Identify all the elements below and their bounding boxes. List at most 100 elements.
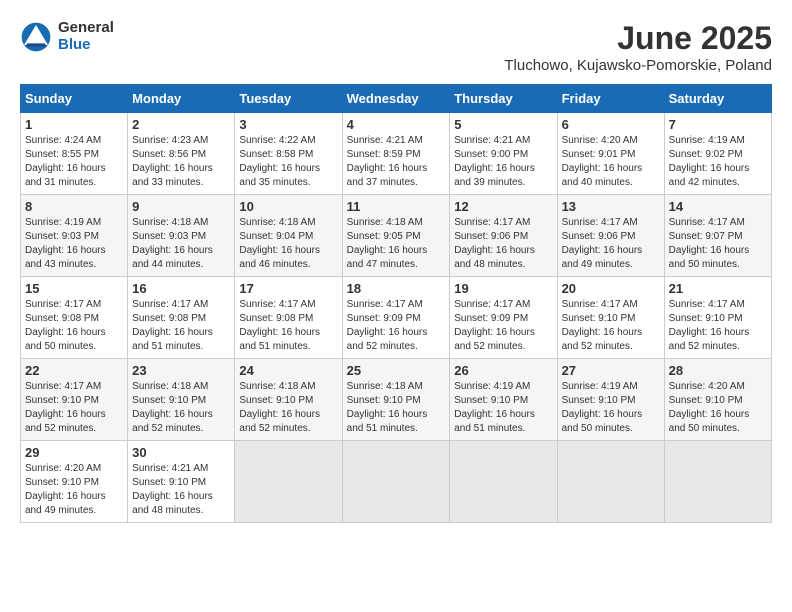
- calendar-cell: 3 Sunrise: 4:22 AM Sunset: 8:58 PM Dayli…: [235, 113, 342, 195]
- calendar-cell: 24 Sunrise: 4:18 AM Sunset: 9:10 PM Dayl…: [235, 359, 342, 441]
- calendar-cell: 2 Sunrise: 4:23 AM Sunset: 8:56 PM Dayli…: [128, 113, 235, 195]
- day-number: 12: [454, 199, 552, 214]
- day-info: Sunrise: 4:17 AM Sunset: 9:07 PM Dayligh…: [669, 216, 767, 272]
- calendar-cell: 10 Sunrise: 4:18 AM Sunset: 9:04 PM Dayl…: [235, 195, 342, 277]
- day-number: 9: [132, 199, 230, 214]
- day-number: 2: [132, 117, 230, 132]
- day-info: Sunrise: 4:17 AM Sunset: 9:09 PM Dayligh…: [454, 298, 552, 354]
- calendar-cell: 4 Sunrise: 4:21 AM Sunset: 8:59 PM Dayli…: [342, 113, 450, 195]
- day-info: Sunrise: 4:17 AM Sunset: 9:08 PM Dayligh…: [239, 298, 337, 354]
- calendar-cell: 18 Sunrise: 4:17 AM Sunset: 9:09 PM Dayl…: [342, 277, 450, 359]
- day-info: Sunrise: 4:18 AM Sunset: 9:04 PM Dayligh…: [239, 216, 337, 272]
- calendar-cell: 23 Sunrise: 4:18 AM Sunset: 9:10 PM Dayl…: [128, 359, 235, 441]
- day-info: Sunrise: 4:23 AM Sunset: 8:56 PM Dayligh…: [132, 134, 230, 190]
- day-number: 4: [347, 117, 446, 132]
- calendar-cell: 28 Sunrise: 4:20 AM Sunset: 9:10 PM Dayl…: [664, 359, 771, 441]
- day-info: Sunrise: 4:18 AM Sunset: 9:10 PM Dayligh…: [347, 380, 446, 436]
- weekday-header-wednesday: Wednesday: [342, 85, 450, 113]
- weekday-header-sunday: Sunday: [21, 85, 128, 113]
- day-number: 24: [239, 363, 337, 378]
- day-number: 27: [562, 363, 660, 378]
- day-number: 15: [25, 281, 123, 296]
- calendar-cell: [557, 441, 664, 523]
- day-number: 28: [669, 363, 767, 378]
- calendar-cell: 11 Sunrise: 4:18 AM Sunset: 9:05 PM Dayl…: [342, 195, 450, 277]
- logo-general-label: General: [58, 20, 114, 37]
- day-info: Sunrise: 4:24 AM Sunset: 8:55 PM Dayligh…: [25, 134, 123, 190]
- calendar-week-3: 15 Sunrise: 4:17 AM Sunset: 9:08 PM Dayl…: [21, 277, 772, 359]
- calendar-cell: 14 Sunrise: 4:17 AM Sunset: 9:07 PM Dayl…: [664, 195, 771, 277]
- day-number: 30: [132, 445, 230, 460]
- day-info: Sunrise: 4:17 AM Sunset: 9:10 PM Dayligh…: [562, 298, 660, 354]
- month-title: June 2025: [504, 20, 772, 57]
- day-info: Sunrise: 4:19 AM Sunset: 9:10 PM Dayligh…: [454, 380, 552, 436]
- day-info: Sunrise: 4:19 AM Sunset: 9:10 PM Dayligh…: [562, 380, 660, 436]
- calendar-cell: 20 Sunrise: 4:17 AM Sunset: 9:10 PM Dayl…: [557, 277, 664, 359]
- title-area: June 2025 Tluchowo, Kujawsko-Pomorskie, …: [504, 20, 772, 74]
- calendar-cell: 21 Sunrise: 4:17 AM Sunset: 9:10 PM Dayl…: [664, 277, 771, 359]
- day-info: Sunrise: 4:17 AM Sunset: 9:06 PM Dayligh…: [562, 216, 660, 272]
- day-number: 6: [562, 117, 660, 132]
- day-number: 14: [669, 199, 767, 214]
- calendar-cell: [450, 441, 557, 523]
- location-title: Tluchowo, Kujawsko-Pomorskie, Poland: [504, 57, 772, 74]
- day-number: 18: [347, 281, 446, 296]
- calendar-cell: 7 Sunrise: 4:19 AM Sunset: 9:02 PM Dayli…: [664, 113, 771, 195]
- calendar-week-5: 29 Sunrise: 4:20 AM Sunset: 9:10 PM Dayl…: [21, 441, 772, 523]
- weekday-header-row: SundayMondayTuesdayWednesdayThursdayFrid…: [21, 85, 772, 113]
- day-number: 10: [239, 199, 337, 214]
- day-info: Sunrise: 4:18 AM Sunset: 9:10 PM Dayligh…: [132, 380, 230, 436]
- day-number: 16: [132, 281, 230, 296]
- day-info: Sunrise: 4:20 AM Sunset: 9:10 PM Dayligh…: [669, 380, 767, 436]
- logo-blue-label: Blue: [58, 37, 114, 54]
- day-info: Sunrise: 4:21 AM Sunset: 9:10 PM Dayligh…: [132, 462, 230, 518]
- day-number: 11: [347, 199, 446, 214]
- day-info: Sunrise: 4:21 AM Sunset: 8:59 PM Dayligh…: [347, 134, 446, 190]
- day-number: 23: [132, 363, 230, 378]
- day-number: 29: [25, 445, 123, 460]
- calendar-cell: 6 Sunrise: 4:20 AM Sunset: 9:01 PM Dayli…: [557, 113, 664, 195]
- day-info: Sunrise: 4:17 AM Sunset: 9:06 PM Dayligh…: [454, 216, 552, 272]
- calendar-cell: 15 Sunrise: 4:17 AM Sunset: 9:08 PM Dayl…: [21, 277, 128, 359]
- day-number: 21: [669, 281, 767, 296]
- weekday-header-tuesday: Tuesday: [235, 85, 342, 113]
- day-info: Sunrise: 4:18 AM Sunset: 9:05 PM Dayligh…: [347, 216, 446, 272]
- calendar-cell: 12 Sunrise: 4:17 AM Sunset: 9:06 PM Dayl…: [450, 195, 557, 277]
- day-number: 26: [454, 363, 552, 378]
- day-info: Sunrise: 4:21 AM Sunset: 9:00 PM Dayligh…: [454, 134, 552, 190]
- calendar-cell: 17 Sunrise: 4:17 AM Sunset: 9:08 PM Dayl…: [235, 277, 342, 359]
- calendar-cell: 22 Sunrise: 4:17 AM Sunset: 9:10 PM Dayl…: [21, 359, 128, 441]
- calendar-cell: 1 Sunrise: 4:24 AM Sunset: 8:55 PM Dayli…: [21, 113, 128, 195]
- day-number: 3: [239, 117, 337, 132]
- header: General Blue June 2025 Tluchowo, Kujawsk…: [20, 20, 772, 74]
- calendar-week-2: 8 Sunrise: 4:19 AM Sunset: 9:03 PM Dayli…: [21, 195, 772, 277]
- weekday-header-thursday: Thursday: [450, 85, 557, 113]
- calendar-cell: 26 Sunrise: 4:19 AM Sunset: 9:10 PM Dayl…: [450, 359, 557, 441]
- calendar-cell: 8 Sunrise: 4:19 AM Sunset: 9:03 PM Dayli…: [21, 195, 128, 277]
- calendar-cell: 16 Sunrise: 4:17 AM Sunset: 9:08 PM Dayl…: [128, 277, 235, 359]
- calendar-cell: [235, 441, 342, 523]
- calendar-cell: 30 Sunrise: 4:21 AM Sunset: 9:10 PM Dayl…: [128, 441, 235, 523]
- logo-icon: [20, 21, 52, 53]
- day-number: 25: [347, 363, 446, 378]
- logo-text: General Blue: [58, 20, 114, 53]
- day-info: Sunrise: 4:17 AM Sunset: 9:08 PM Dayligh…: [132, 298, 230, 354]
- calendar-cell: [342, 441, 450, 523]
- day-number: 7: [669, 117, 767, 132]
- calendar-cell: 9 Sunrise: 4:18 AM Sunset: 9:03 PM Dayli…: [128, 195, 235, 277]
- calendar-cell: 19 Sunrise: 4:17 AM Sunset: 9:09 PM Dayl…: [450, 277, 557, 359]
- calendar-week-1: 1 Sunrise: 4:24 AM Sunset: 8:55 PM Dayli…: [21, 113, 772, 195]
- day-number: 13: [562, 199, 660, 214]
- weekday-header-friday: Friday: [557, 85, 664, 113]
- day-info: Sunrise: 4:19 AM Sunset: 9:02 PM Dayligh…: [669, 134, 767, 190]
- day-info: Sunrise: 4:17 AM Sunset: 9:08 PM Dayligh…: [25, 298, 123, 354]
- day-info: Sunrise: 4:22 AM Sunset: 8:58 PM Dayligh…: [239, 134, 337, 190]
- day-number: 1: [25, 117, 123, 132]
- day-number: 20: [562, 281, 660, 296]
- day-info: Sunrise: 4:18 AM Sunset: 9:10 PM Dayligh…: [239, 380, 337, 436]
- day-number: 17: [239, 281, 337, 296]
- day-number: 22: [25, 363, 123, 378]
- day-number: 19: [454, 281, 552, 296]
- weekday-header-saturday: Saturday: [664, 85, 771, 113]
- day-info: Sunrise: 4:17 AM Sunset: 9:10 PM Dayligh…: [669, 298, 767, 354]
